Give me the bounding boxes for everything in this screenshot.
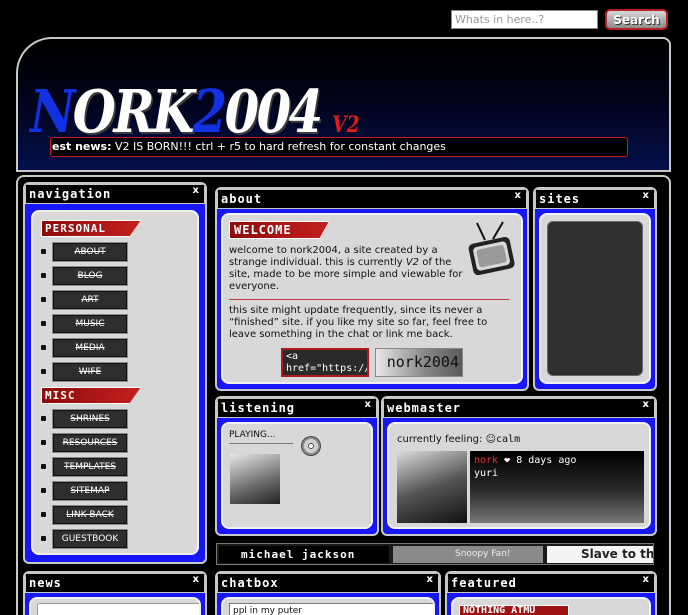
stamp-snoopy: Snoopy Fan! (393, 546, 543, 563)
welcome-tag: WELCOME (229, 221, 329, 239)
bullet-icon (41, 345, 46, 350)
panel-title: news x (25, 573, 205, 593)
navigation-panel: navigation x PERSONAL ABOUT BLOG ART MUS… (23, 182, 207, 564)
nav-item-resources[interactable]: RESOURCES (52, 433, 128, 453)
close-icon[interactable]: x (643, 399, 650, 410)
bullet-icon (41, 369, 46, 374)
stamp-slave-to: Slave to th (547, 546, 653, 563)
bullet-icon (41, 464, 46, 469)
close-icon[interactable]: x (643, 190, 650, 201)
nav-group-misc: MISC (41, 387, 141, 404)
panel-title: sites x (535, 189, 655, 209)
nav-item-guestbook[interactable]: GUESTBOOK (52, 529, 128, 549)
bullet-icon (41, 321, 46, 326)
close-icon[interactable]: x (427, 574, 434, 585)
nav-item-music[interactable]: MUSIC (52, 314, 128, 334)
about-panel: about x WELCOME welcome to nork2004, a s… (215, 187, 529, 391)
featured-body: NOTHING ATMU (451, 597, 651, 615)
status-card: nork ❤ 8 days ago yuri (470, 451, 644, 523)
close-icon[interactable]: x (643, 574, 650, 585)
heart-icon: ❤ (504, 455, 511, 466)
panel-title: featured x (447, 573, 655, 593)
search-input[interactable] (451, 10, 598, 29)
chatbox-panel: chatbox x ppl in my puter (215, 571, 441, 615)
bullet-icon (41, 536, 46, 541)
webmaster-body: currently feeling: ☺calm nork ❤ 8 days a… (387, 422, 651, 529)
about-intro: welcome to nork2004, a site created by a… (229, 245, 463, 292)
chat-message[interactable]: ppl in my puter (229, 603, 433, 615)
bullet-icon (41, 512, 46, 517)
panel-title: about x (217, 189, 527, 209)
stamps-strip: michael jackson Snoopy Fan! Slave to th (216, 543, 654, 565)
nav-item-media[interactable]: MEDIA (52, 338, 128, 358)
tv-icon (468, 221, 515, 276)
smiley-icon: ☺ (485, 434, 497, 445)
nav-item-link-back[interactable]: LINK BACK (52, 505, 128, 525)
site-button-88x31[interactable]: nork2004 (375, 348, 463, 377)
news-panel: news x (23, 571, 207, 615)
news-body (29, 597, 201, 615)
chatbox-body: ppl in my puter (221, 597, 435, 615)
avatar (397, 451, 467, 523)
bullet-icon (41, 440, 46, 445)
bullet-icon (41, 488, 46, 493)
panel-title: navigation x (25, 184, 205, 204)
link-back-code[interactable]: <a href="https:// (281, 348, 369, 377)
site-logo: NORK2004 V2 (30, 77, 360, 146)
news-ticker: est news: V2 IS BORN!!! ctrl + r5 to har… (50, 137, 628, 157)
about-update-note: this site might update frequently, since… (229, 305, 488, 340)
featured-panel: featured x NOTHING ATMU (445, 571, 657, 615)
bullet-icon (41, 416, 46, 421)
panel-title: listening x (217, 398, 377, 418)
now-playing-label: PLAYING... (229, 430, 276, 440)
bullet-icon (41, 273, 46, 278)
stamp-michael-jackson: michael jackson (219, 546, 389, 563)
nav-item-art[interactable]: ART (52, 290, 128, 310)
divider (229, 443, 293, 444)
sites-body (539, 213, 651, 384)
version-badge: V2 (332, 112, 360, 138)
listening-body: PLAYING... (221, 422, 373, 529)
nav-item-shrines[interactable]: SHRINES (52, 409, 128, 429)
bullet-icon (41, 249, 46, 254)
featured-tag: NOTHING ATMU (459, 605, 569, 615)
close-icon[interactable]: x (515, 190, 522, 201)
search-button[interactable]: Search (605, 9, 668, 30)
nav-group-personal: PERSONAL (41, 220, 141, 237)
sites-box (547, 221, 643, 376)
sites-panel: sites x (533, 187, 657, 391)
close-icon[interactable]: x (193, 185, 200, 196)
divider (229, 299, 509, 300)
bullet-icon (41, 297, 46, 302)
close-icon[interactable]: x (365, 399, 372, 410)
mood-status: currently feeling: ☺calm (397, 434, 521, 445)
cd-icon (301, 436, 321, 456)
listening-panel: listening x PLAYING... (215, 396, 379, 536)
nav-item-about[interactable]: ABOUT (52, 242, 128, 262)
nav-item-blog[interactable]: BLOG (52, 266, 128, 286)
about-body: WELCOME welcome to nork2004, a site crea… (221, 213, 523, 384)
nav-item-wife[interactable]: WIFE (52, 362, 128, 382)
header-divider (16, 170, 671, 172)
album-cover (230, 454, 280, 504)
navigation-body: PERSONAL ABOUT BLOG ART MUSIC MEDIA WIFE… (31, 210, 199, 555)
nav-item-templates[interactable]: TEMPLATES (52, 457, 128, 477)
site-header: NORK2004 V2 est news: V2 IS BORN!!! ctrl … (16, 37, 671, 170)
news-feed[interactable] (37, 603, 199, 615)
panel-title: chatbox x (217, 573, 439, 593)
nav-item-sitemap[interactable]: SITEMAP (52, 481, 128, 501)
webmaster-panel: webmaster x currently feeling: ☺calm nor… (381, 396, 657, 536)
panel-title: webmaster x (383, 398, 655, 418)
close-icon[interactable]: x (193, 574, 200, 585)
